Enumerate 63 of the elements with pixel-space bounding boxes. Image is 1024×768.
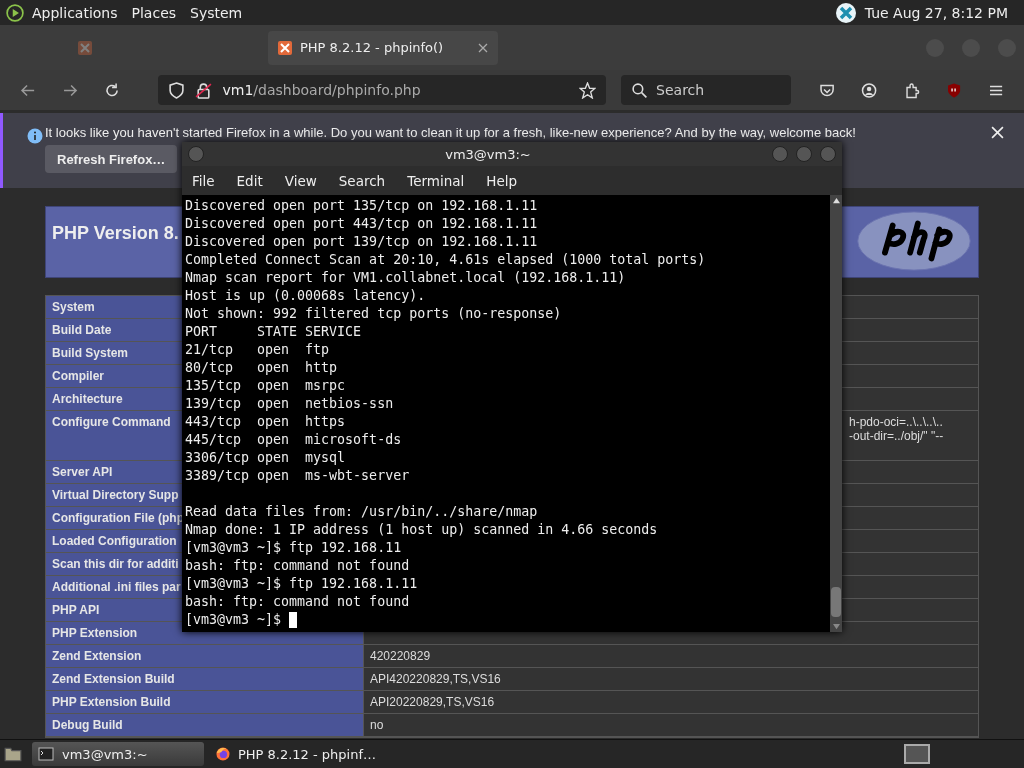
scroll-thumb[interactable] [831, 587, 841, 617]
info-icon [27, 128, 43, 144]
menu-item[interactable]: Terminal [407, 172, 465, 189]
setting-value: API20220829,TS,VS16 [363, 691, 978, 713]
menu-item[interactable]: View [284, 172, 317, 189]
terminal-line: Nmap scan report for VM1.collabnet.local (192.168.1.11) [185, 269, 626, 287]
setting-label: Zend Extension [46, 645, 363, 667]
terminal-line: 21/tcp open ftp [185, 341, 330, 359]
setting-label: PHP Extension Build [46, 691, 363, 713]
shield-icon[interactable] [945, 81, 962, 99]
window-title: vm3@vm3:~ [444, 146, 532, 162]
lock-icon[interactable] [195, 81, 213, 99]
menu-logo-icon[interactable] [6, 3, 24, 22]
scroll-down-icon[interactable] [831, 623, 841, 630]
maximize-button[interactable] [796, 146, 812, 162]
search-icon [631, 81, 649, 99]
search-field[interactable]: Search [621, 75, 792, 105]
close-button[interactable] [820, 146, 836, 162]
reload-icon[interactable] [104, 81, 121, 99]
setting-value: API420220829,TS,VS16 [363, 668, 978, 690]
url-text: vm1/dashboard/phpinfo.php [222, 82, 421, 98]
php-version-title: PHP Version 8. [52, 223, 179, 244]
shield-icon[interactable] [168, 81, 186, 99]
terminal-line: Discovered open port 139/tcp on 192.168.1.11 [185, 233, 538, 251]
clock: Tue Aug 27, 8:12 PM [864, 4, 1008, 21]
setting-label: Zend Extension Build [46, 668, 363, 690]
scrollbar[interactable] [830, 195, 842, 632]
panel-menu[interactable]: Places [131, 4, 177, 21]
extensions-icon[interactable] [903, 81, 920, 99]
terminal-line: Discovered open port 443/tcp on 192.168.1.11 [185, 215, 538, 233]
panel-menu[interactable]: Applications [32, 4, 118, 21]
setting-label: Debug Build [46, 714, 363, 736]
menu-item[interactable]: Help [486, 172, 518, 189]
terminal-line: 443/tcp open https [185, 413, 346, 431]
menu-item[interactable]: Edit [236, 172, 263, 189]
menu-item[interactable]: File [192, 172, 215, 189]
text-cursor [289, 612, 298, 628]
menu-item[interactable]: Search [338, 172, 386, 189]
account-icon[interactable] [861, 81, 878, 99]
app-icon[interactable] [834, 1, 857, 24]
workspace-switcher[interactable] [904, 744, 930, 764]
panel-menu[interactable]: System [190, 4, 243, 21]
address-bar[interactable]: vm1/dashboard/phpinfo.php [158, 75, 607, 105]
scroll-up-icon[interactable] [831, 197, 841, 204]
terminal-line: PORT STATE SERVICE [185, 323, 362, 341]
window-menu-button[interactable] [188, 146, 204, 162]
xampp-icon [278, 40, 292, 55]
taskbar-button[interactable]: vm3@vm3:~ [32, 742, 204, 766]
taskbar-button[interactable]: PHP 8.2.12 - phpinf… [210, 742, 382, 766]
setting-value: 420220829 [363, 645, 978, 667]
minimize-button[interactable] [772, 146, 788, 162]
folder-icon[interactable] [4, 745, 22, 763]
terminal-line: Completed Connect Scan at 20:10, 4.61s elapsed (1000 total ports) [185, 251, 706, 269]
setting-value: no [363, 714, 978, 736]
star-icon[interactable] [579, 81, 597, 99]
xampp-icon [78, 40, 92, 55]
close-icon[interactable] [478, 42, 488, 53]
terminal-icon [38, 746, 54, 762]
refresh-button[interactable]: Refresh Firefox… [45, 145, 178, 173]
terminal-line: Discovered open port 135/tcp on 192.168.1.11 [185, 197, 538, 215]
firefox-icon [216, 746, 230, 762]
browser-tab[interactable]: PHP 8.2.12 - phpinfo() [268, 30, 498, 65]
notification-message: It looks like you haven't started Firefox in a while. Do you want to clean it up for a fresh, like-new experience? And by the way, welcome back! [45, 125, 856, 140]
